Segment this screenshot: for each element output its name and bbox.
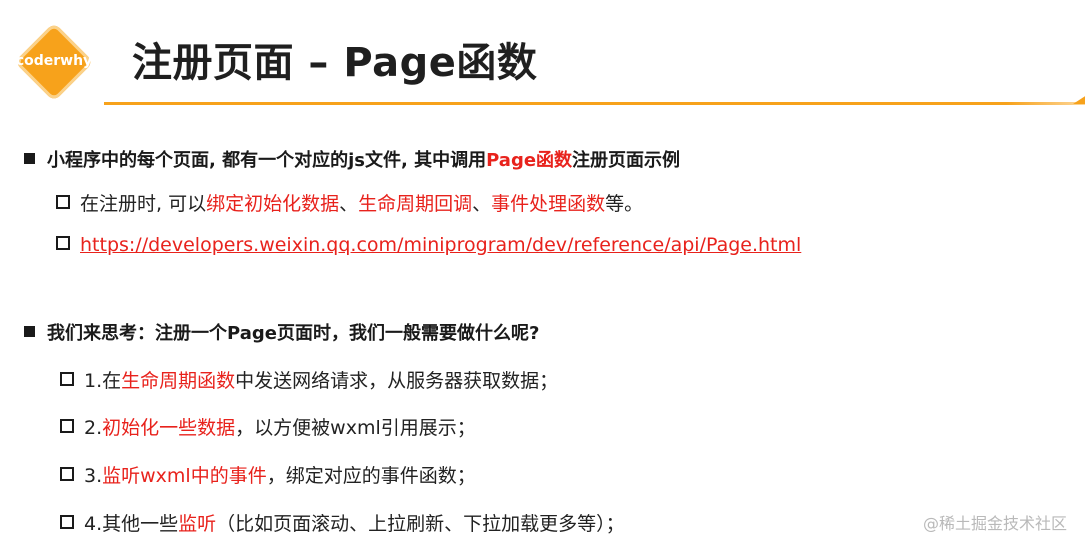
coderwhy-logo: coderwhy bbox=[14, 22, 94, 102]
hollow-square-bullet-icon bbox=[60, 419, 74, 433]
item-highlight: 初始化一些数据 bbox=[102, 417, 236, 439]
item-highlight: 监听wxml中的事件 bbox=[102, 465, 267, 487]
item-prefix: 3. bbox=[84, 465, 103, 487]
section2-item-1: 1.在生命周期函数中发送网络请求，从服务器获取数据； bbox=[60, 366, 558, 393]
hollow-square-bullet-icon bbox=[60, 467, 74, 481]
item-suffix: （比如页面滚动、上拉刷新、下拉加载更多等）； bbox=[216, 513, 625, 535]
item-highlight-1: 绑定初始化数据 bbox=[206, 193, 340, 215]
watermark-text: @稀土掘金技术社区 bbox=[922, 514, 1067, 533]
item-highlight-3: 事件处理函数 bbox=[491, 193, 606, 215]
section2-item-4: 4.其他一些监听（比如页面滚动、上拉刷新、下拉加载更多等）； bbox=[60, 509, 625, 536]
section2-item-3: 3.监听wxml中的事件，绑定对应的事件函数； bbox=[60, 461, 476, 488]
hollow-square-bullet-icon bbox=[60, 515, 74, 529]
section2-item-2: 2.初始化一些数据，以方便被wxml引用展示； bbox=[60, 413, 476, 440]
item-sep-2: 、 bbox=[472, 193, 492, 215]
section2-heading-text: 我们来思考：注册一个Page页面时，我们一般需要做什么呢? bbox=[47, 323, 540, 344]
item-prefix: 1.在 bbox=[84, 370, 122, 392]
item-suffix: ，以方便被wxml引用展示； bbox=[235, 417, 476, 439]
item-highlight-2: 生命周期回调 bbox=[358, 193, 473, 215]
page-title: 注册页面 – Page函数 bbox=[132, 40, 538, 86]
page-api-doc-link[interactable]: https://developers.weixin.qq.com/minipro… bbox=[80, 234, 801, 256]
section1-heading: 小程序中的每个页面, 都有一个对应的js文件, 其中调用Page函数注册页面示例 bbox=[24, 146, 680, 172]
item-text: 在注册时, 可以 bbox=[80, 193, 207, 215]
section1-heading-highlight: Page函数 bbox=[486, 150, 573, 171]
square-bullet-icon bbox=[24, 153, 35, 164]
section1-item-2: https://developers.weixin.qq.com/minipro… bbox=[56, 234, 801, 256]
logo-text: coderwhy bbox=[15, 53, 93, 69]
title-underline bbox=[104, 91, 1085, 105]
item-suffix: 中发送网络请求，从服务器获取数据； bbox=[235, 370, 559, 392]
item-prefix: 4.其他一些 bbox=[84, 513, 179, 535]
hollow-square-bullet-icon bbox=[56, 195, 70, 209]
hollow-square-bullet-icon bbox=[56, 236, 70, 250]
square-bullet-icon bbox=[24, 326, 35, 337]
item-highlight: 监听 bbox=[178, 513, 217, 535]
item-text-end: 等。 bbox=[605, 193, 644, 215]
item-prefix: 2. bbox=[84, 417, 103, 439]
section1-heading-text-a: 小程序中的每个页面, 都有一个对应的js文件, 其中调用 bbox=[47, 150, 487, 171]
section2-heading: 我们来思考：注册一个Page页面时，我们一般需要做什么呢? bbox=[24, 319, 539, 345]
section1-item-1: 在注册时, 可以绑定初始化数据、生命周期回调、事件处理函数等。 bbox=[56, 189, 643, 216]
item-sep-1: 、 bbox=[339, 193, 359, 215]
section1-heading-text-b: 注册页面示例 bbox=[572, 150, 681, 171]
item-highlight: 生命周期函数 bbox=[121, 370, 236, 392]
item-suffix: ，绑定对应的事件函数； bbox=[266, 465, 476, 487]
hollow-square-bullet-icon bbox=[60, 372, 74, 386]
